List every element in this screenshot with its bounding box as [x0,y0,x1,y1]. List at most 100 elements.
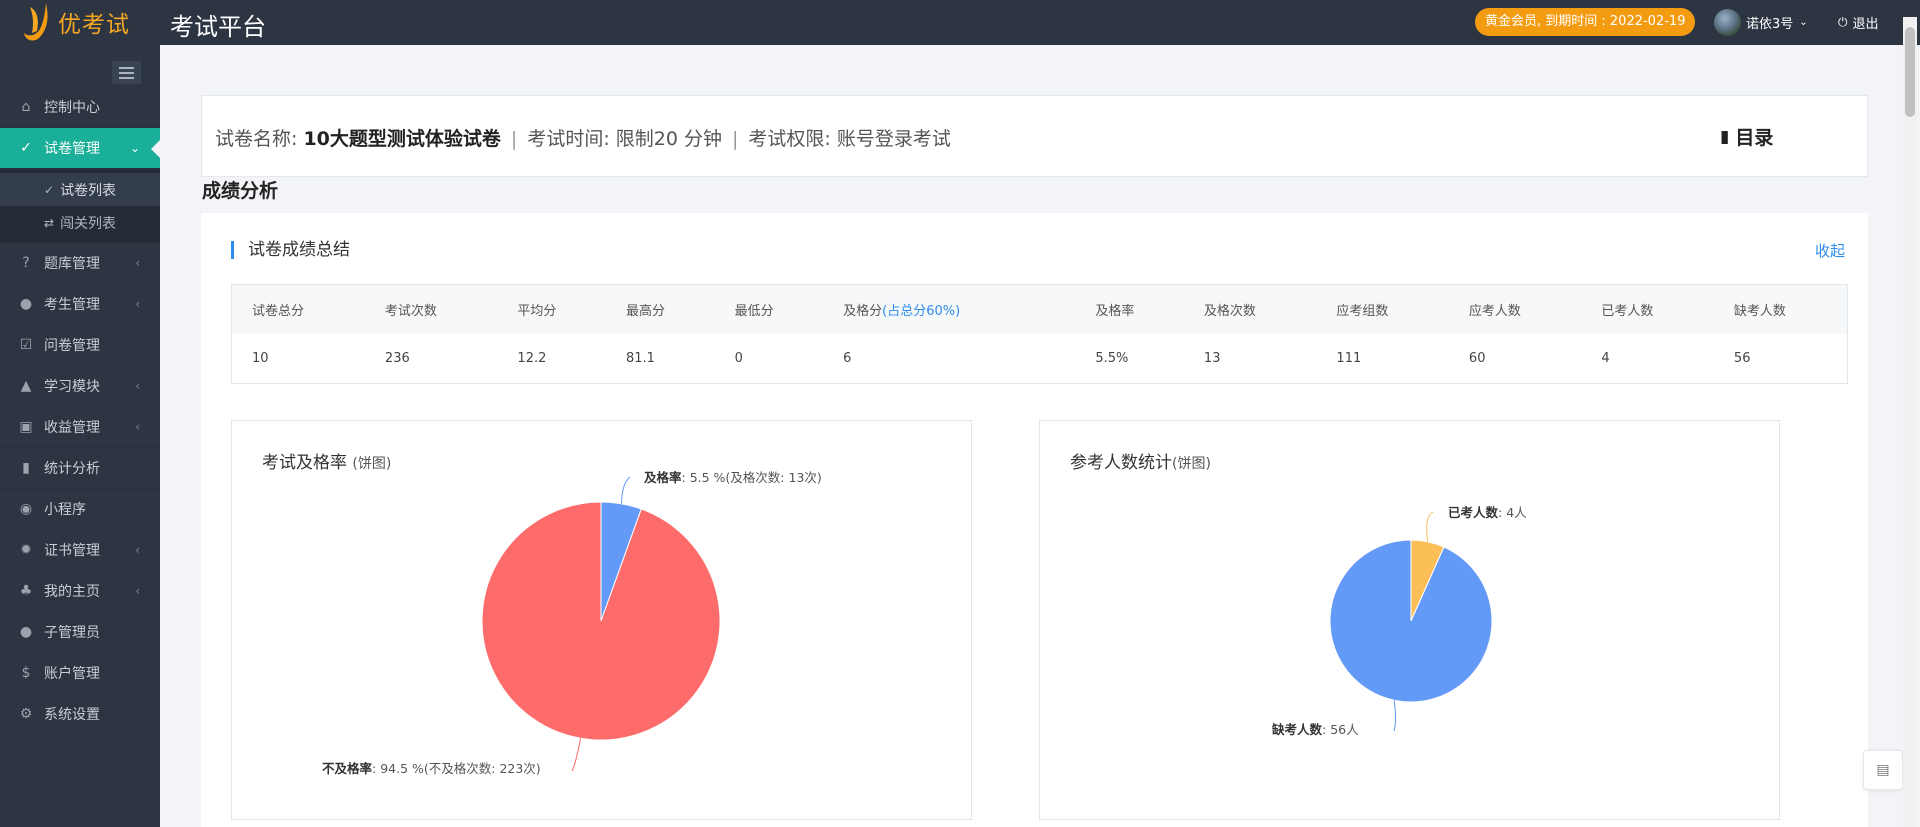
toc-label: 目录 [1735,127,1774,149]
logout-label: 退出 [1852,16,1879,32]
table-cell: 81.1 [626,351,655,366]
dollar-icon: $ [21,665,31,681]
sidebar-item-label: 题库管理 [44,256,100,272]
sidebar-item-label: 试卷列表 [60,182,117,199]
section-title: 成绩分析 [202,180,279,202]
bar-chart-icon: ▮ [22,460,30,476]
sidebar-item-revenue[interactable]: ▣ 收益管理 ‹ [0,407,160,448]
table-header: 最低分 [714,284,824,334]
sidebar-item-label: 问卷管理 [44,338,100,354]
power-icon: ⏻ [1838,14,1848,29]
sidebar-item-paper-list[interactable]: ✓ 试卷列表 [0,173,160,206]
pie-leader-line [571,738,582,772]
paper-info: 试卷名称: 10大题型测试体验试卷 | 考试时间: 限制20 分钟 | 考试权限: 账号… [215,124,951,151]
logout-button[interactable]: ⏻ 退出 [1838,8,1879,36]
sidebar-item-label: 统计分析 [44,461,100,477]
pie-slice[interactable] [481,501,721,741]
sidebar-item-settings[interactable]: ⚙ 系统设置 [0,694,160,735]
page-scrollbar[interactable] [1903,17,1917,827]
logo[interactable]: 优考试 [22,2,130,42]
sidebar-item-homepage[interactable]: ♣ 我的主页 ‹ [0,571,160,612]
pie-label: 缺考人数: 56人 [1272,722,1359,737]
sidebar-item-label: 我的主页 [44,584,100,600]
table-cell: 111 [1336,351,1362,366]
paper-name-label: 试卷名称: [215,128,304,150]
divider: | [731,128,739,150]
pie-leader-line [620,476,631,504]
table-header: 应考人数 [1448,284,1582,334]
sidebar-item-label: 证书管理 [44,543,100,559]
sidebar-item-examinee[interactable]: ● 考生管理 ‹ [0,284,160,325]
shuffle-icon: ⇄ [44,215,55,230]
chat-icon[interactable]: ▤ [1863,750,1903,790]
pie-label: 已考人数: 4人 [1448,505,1527,520]
sidebar-item-label: 考生管理 [44,297,100,313]
sidebar-item-paper-management[interactable]: ✓ 试卷管理 ⌄ [0,128,160,169]
user-icon: ● [19,624,33,640]
platform-title: 考试平台 [170,13,266,41]
table-cell: 10 [252,351,269,366]
table-header: 最高分 [606,284,715,334]
sidebar-item-survey[interactable]: ☑ 问卷管理 [0,325,160,366]
sidebar-item-learning[interactable]: ▲ 学习模块 ‹ [0,366,160,407]
gear-icon: ⚙ [19,706,33,722]
avatar [1714,8,1741,36]
user-menu[interactable]: 诺依3号 ⌄ [1714,8,1808,36]
scrollbar-thumb[interactable] [1905,27,1915,117]
sidebar-item-label: 试卷管理 [44,141,100,157]
table-cell: 5.5% [1095,351,1129,366]
sidebar-item-question-bank[interactable]: ? 题库管理 ‹ [0,243,160,284]
sidebar-item-control-center[interactable]: ⌂ 控制中心 [0,87,160,128]
sidebar-item-sub-admin[interactable]: ● 子管理员 [0,612,160,653]
table-header: 缺考人数 [1713,284,1848,334]
user-icon: ● [19,296,33,312]
panel-title: 试卷成绩总结 [231,241,350,259]
home-icon: ⌂ [21,99,31,115]
logo-icon [24,3,48,41]
table-cell: 236 [384,351,410,366]
table-cell: 12.2 [517,351,547,366]
table-cell: 13 [1203,351,1221,366]
sidebar-item-label: 系统设置 [44,707,100,723]
sidebar-item-account[interactable]: $ 账户管理 [0,653,160,694]
table-header: 已考人数 [1581,284,1714,334]
graduation-cap-icon: ▲ [20,378,32,394]
toc-button[interactable]: ▮ 目录 [1720,123,1773,150]
sidebar-item-certificate[interactable]: ✹ 证书管理 ‹ [0,530,160,571]
money-icon: ▣ [19,419,33,435]
check-circle-icon: ✓ [44,182,55,197]
score-summary-table: 试卷总分 考试次数 平均分 最高分 最低分 及格分(占总分60%) 及格率 及格… [231,284,1848,384]
exam-permission: 考试权限: 账号登录考试 [748,128,951,150]
paper-header: 试卷名称: 10大题型测试体验试卷 | 考试时间: 限制20 分钟 | 考试权限: 账号… [201,95,1868,177]
pie-slice[interactable] [1329,539,1493,703]
collapse-link[interactable]: 收起 [1815,240,1845,261]
pie-label: 及格率: 5.5 %(及格次数: 13次) [644,470,822,485]
sidebar-toggle-button[interactable] [112,61,141,84]
sidebar-item-label: 学习模块 [44,379,100,395]
sidebar-menu: ⌂ 控制中心 ✓ 试卷管理 ⌄ ✓ 试卷列表 ⇄ 闯关列表 ? 题库管理 ‹ ●… [0,87,160,735]
table-header: 应考组数 [1316,284,1449,334]
chevron-left-icon: ‹ [135,584,140,598]
wechat-icon: ◉ [19,501,33,517]
sidebar: ⌂ 控制中心 ✓ 试卷管理 ⌄ ✓ 试卷列表 ⇄ 闯关列表 ? 题库管理 ‹ ●… [0,45,160,827]
pie-leader-line [1426,511,1434,542]
table-header: 及格次数 [1183,284,1317,334]
table-header: 及格率 [1075,284,1184,334]
chevron-left-icon: ‹ [135,297,140,311]
divider: | [510,128,518,150]
checkbox-icon: ☑ [19,337,33,353]
table-header: 及格分(占总分60%) [823,284,1076,334]
check-circle-icon: ✓ [20,140,32,156]
table-cell: 60 [1468,351,1486,366]
submenu-paper-management: ✓ 试卷列表 ⇄ 闯关列表 [0,169,160,243]
sidebar-item-mini-program[interactable]: ◉ 小程序 [0,489,160,530]
chevron-left-icon: ‹ [135,379,140,393]
pass-score-note: (占总分60%) [882,304,961,319]
sidebar-item-label: 闯关列表 [60,215,117,232]
chevron-left-icon: ‹ [135,256,140,270]
sidebar-item-statistics[interactable]: ▮ 统计分析 [0,448,160,489]
sidebar-item-level-list[interactable]: ⇄ 闯关列表 [0,206,160,239]
chevron-down-icon: ⌄ [129,141,140,155]
user-name: 诺依3号 [1746,16,1794,32]
tree-icon: ♣ [19,583,33,599]
